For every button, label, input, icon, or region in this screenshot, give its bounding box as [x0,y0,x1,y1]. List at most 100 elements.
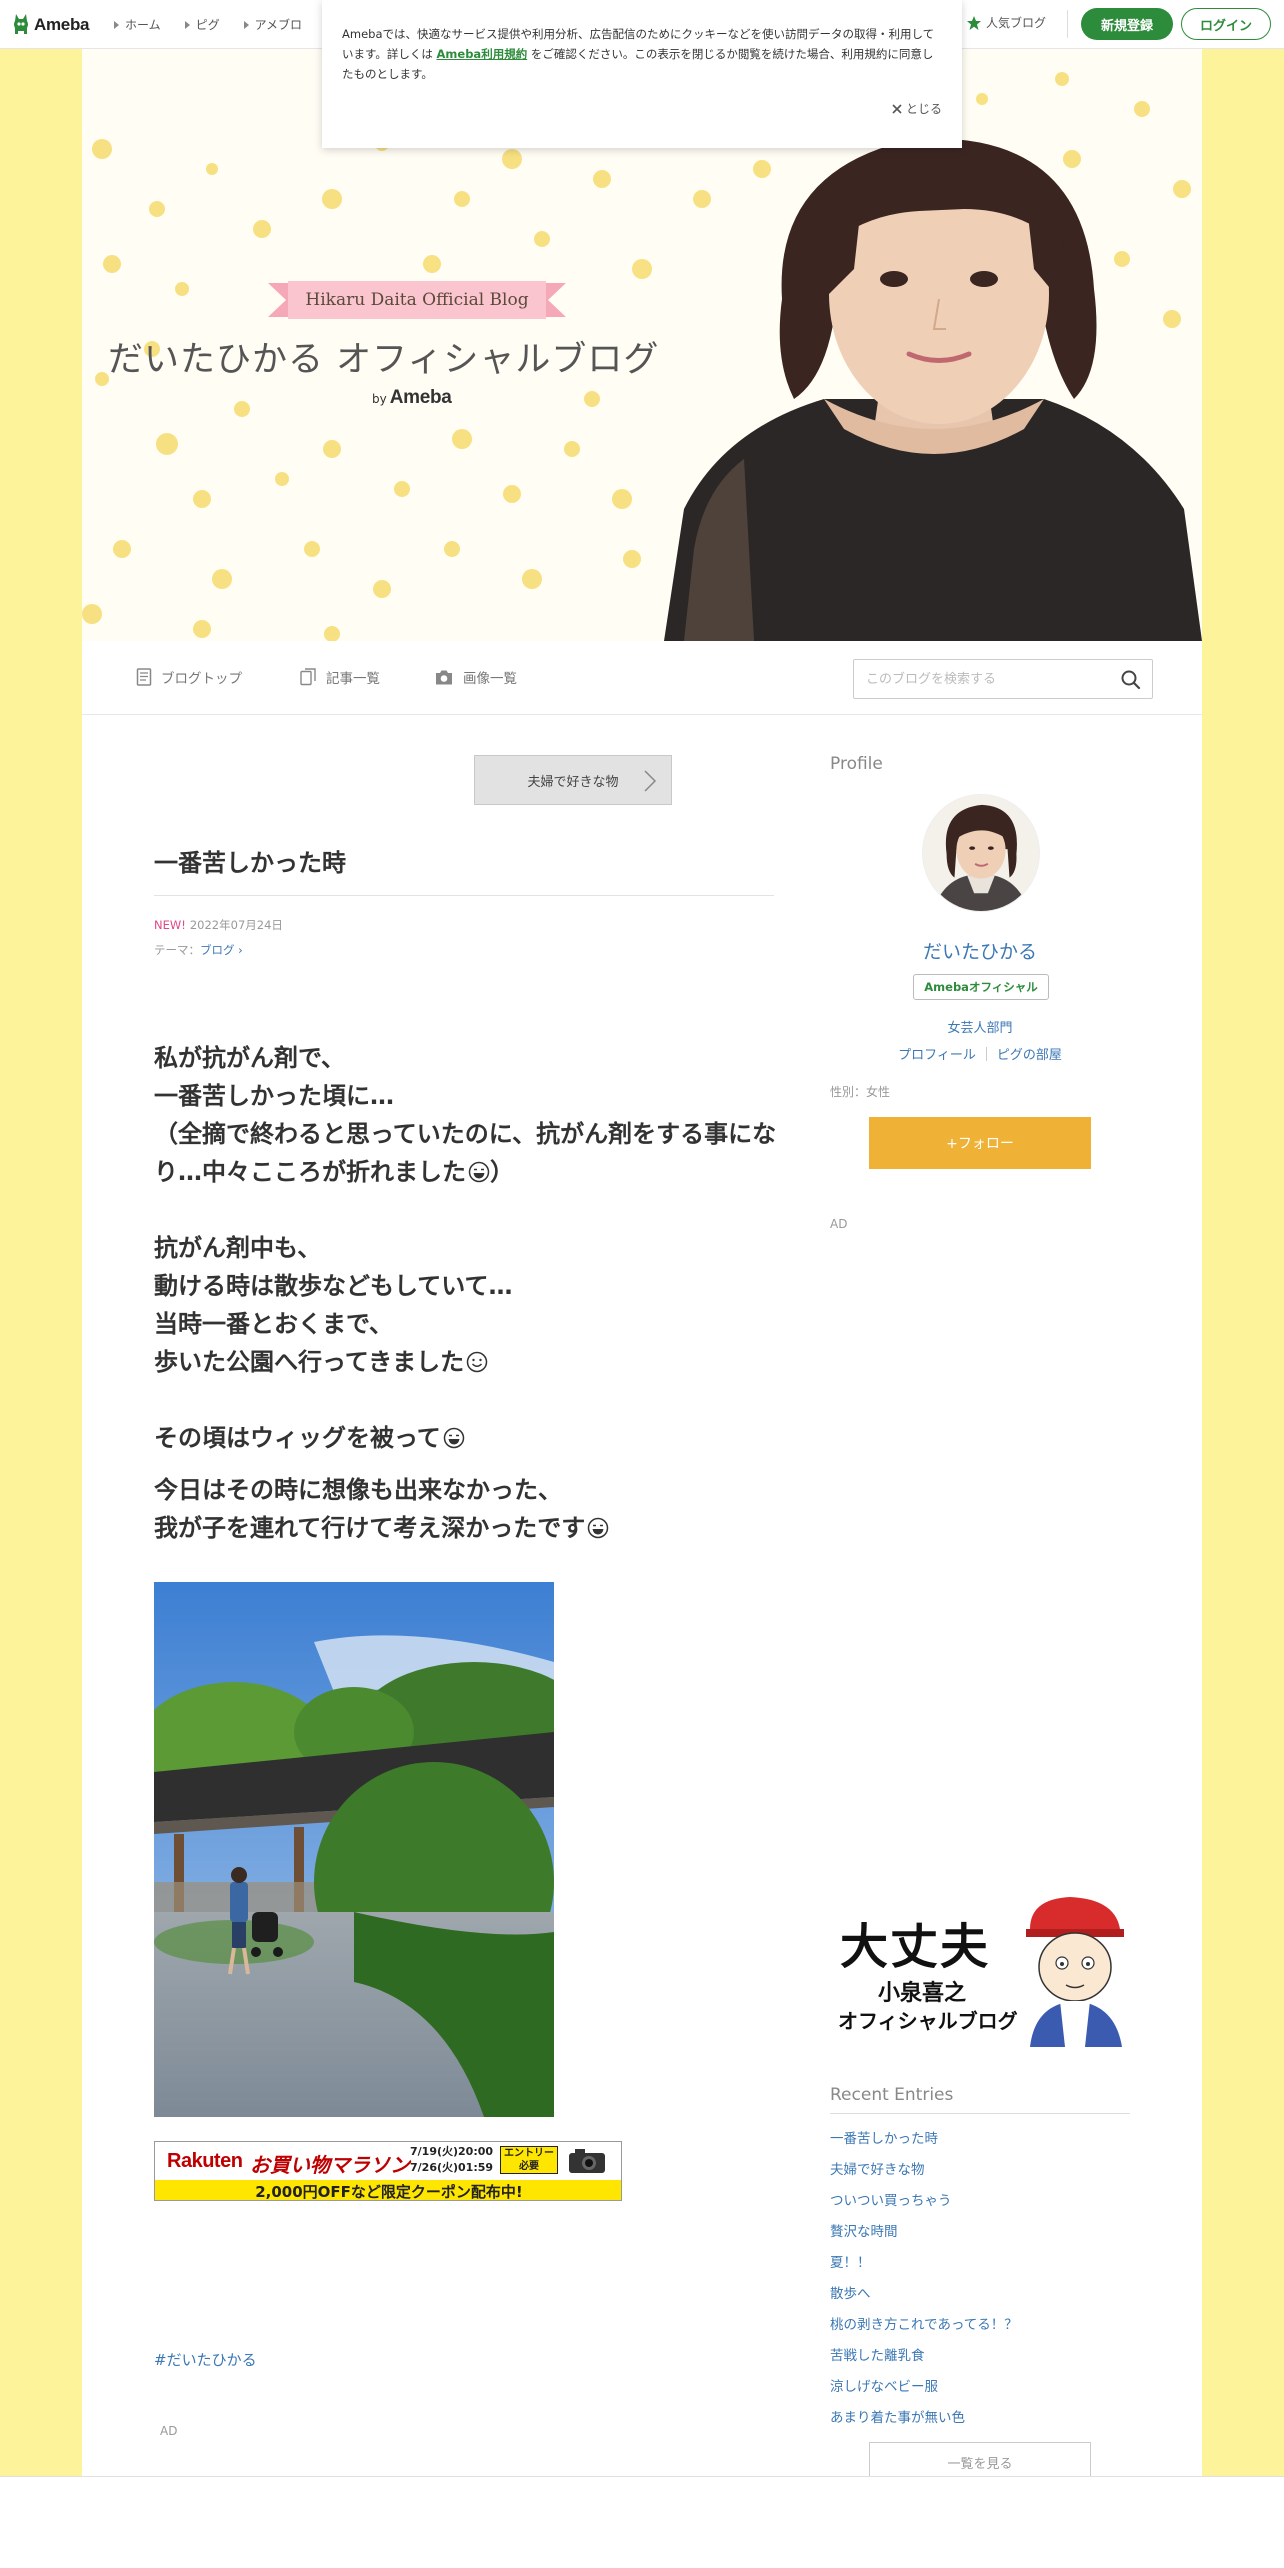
body-line: 我が子を連れて行けて考え深かったです [154,1509,784,1547]
cookie-text: Amebaでは、快適なサービス提供や利用分析、広告配信のためにクッキーなどを使い… [342,24,942,84]
body-line: 私が抗がん剤で、 [154,1044,346,1072]
rakuten-ad-banner[interactable]: Rakuten お買い物マラソン 7/19(火)20:00 7/26(火)01:5… [154,2141,622,2201]
triangle-right-icon [184,20,190,29]
park-photo[interactable] [154,1582,554,2117]
prev-entry-button[interactable]: 夫婦で好きな物 [474,755,672,805]
rakuten-campaign: お買い物マラソン [250,2153,410,2177]
profile-avatar[interactable] [922,794,1040,912]
link-separator [985,1046,987,1061]
recent-entry-link[interactable]: あまり着た事が無い色 [830,2408,1130,2439]
search-icon[interactable] [1120,669,1142,691]
theme-link[interactable]: ブログ › [200,943,243,957]
top-nav-ameblo[interactable]: アメブロ [234,16,312,33]
koizumi-blog-banner[interactable]: 大丈夫 小泉喜之 オフィシャルブログ [830,1889,1130,2047]
grin-emoji-icon [588,1517,609,1539]
ribbon-text: Hikaru Daita Official Blog [305,290,529,310]
cookie-notice: Amebaでは、快適なサービス提供や利用分析、広告配信のためにクッキーなどを使い… [322,0,962,148]
body-line-text: 歩いた公園へ行ってきました [154,1348,465,1376]
pig-room-link[interactable]: ピグの部屋 [997,1044,1062,1063]
recent-entry-link[interactable]: 一番苦しかった時 [830,2129,1130,2160]
recent-entry-link[interactable]: ついつい買っちゃう [830,2191,1130,2222]
article-title[interactable]: 一番苦しかった時 [154,843,346,878]
recent-entry-link[interactable]: 夏！！ [830,2253,1130,2284]
login-button[interactable]: ログイン [1181,8,1271,40]
rakuten-logo: Rakuten [167,2150,243,2172]
by-ameba: by Ameba [372,387,452,409]
cookie-close-button[interactable]: とじる [892,100,942,117]
new-badge: NEW! [154,918,186,932]
top-nav-pig[interactable]: ピグ [175,16,230,33]
theme-prefix: テーマ： [154,943,200,957]
sidebar-ad-label: AD [830,1217,848,1231]
body-line: 動ける時は散歩などもしていて… [154,1272,513,1300]
koizumi-official-blog: オフィシャルブログ [838,2009,1018,2033]
triangle-right-icon [243,20,249,29]
article-theme: テーマ：ブログ › [154,942,243,958]
rakuten-dates: 7/19(火)20:00 7/26(火)01:59 [410,2144,493,2176]
pages-icon [300,668,316,686]
top-nav-label: ホーム [125,18,161,32]
ad-label: AD [160,2424,178,2438]
image-list-link[interactable]: 画像一覧 [434,667,517,687]
profile-link[interactable]: プロフィール [898,1044,976,1063]
daijobu-text: 大丈夫 [840,1919,991,1975]
date-text: 2022年07月24日 [189,918,283,932]
recent-entry-link[interactable]: 夫婦で好きな物 [830,2160,1130,2191]
grin-emoji-icon [443,1427,465,1449]
register-button[interactable]: 新規登録 [1081,8,1173,40]
profile-name[interactable]: だいたひかる [830,937,1130,964]
theme-label: ブログ [200,943,235,957]
profile-category[interactable]: 女芸人部門 [830,1017,1130,1036]
recent-entry-link[interactable]: 散歩へ [830,2284,1130,2315]
terms-link[interactable]: Ameba利用規約 [437,47,528,61]
entry-list-label: 記事一覧 [326,671,380,687]
body-line-text: その頃はウィッグを被って [154,1424,441,1452]
chevron-right-icon [644,770,657,792]
entry-list-link[interactable]: 記事一覧 [300,667,380,687]
top-nav-label: ピグ [195,18,220,32]
rakuten-ad-top: Rakuten お買い物マラソン 7/19(火)20:00 7/26(火)01:5… [155,2142,621,2180]
body-line-text: 我が子を連れて行けて考え深かったです [154,1514,586,1542]
header-divider [1067,10,1068,38]
rakuten-entry-line1: エントリー [504,2148,554,2159]
body-line: 今日はその時に想像も出来なかった、 [154,1476,562,1504]
body-line-text: （全摘で終わると思っていたのに、抗がん剤をする事になり…中々こころが折れました [154,1120,777,1186]
document-icon [136,668,152,686]
blogger-portrait [664,138,1202,641]
title-divider [154,895,774,896]
body-line-end: ） [490,1158,514,1186]
rakuten-date-end: 7/26(火)01:59 [410,2161,494,2174]
article-date: NEW! 2022年07月24日 [154,917,283,933]
top-nav-home[interactable]: ホーム [104,16,171,33]
rakuten-entry-line2: 必要 [519,2161,539,2172]
popular-blogs-link[interactable]: 人気ブログ [966,14,1046,31]
hashtag-link[interactable]: #だいたひかる [154,2349,257,2370]
koizumi-name: 小泉喜之 [878,1981,967,2006]
profile-links: プロフィール ピグの部屋 [830,1044,1130,1063]
ameba-logo[interactable]: Ameba [12,11,89,39]
ameba-logo-icon [14,14,28,34]
blog-top-link[interactable]: ブログトップ [136,667,242,687]
rakuten-coupon-text: 2,000円OFFなど限定クーポン配布中! [155,2180,621,2200]
recent-entry-link[interactable]: 涼しげなベビー服 [830,2377,1130,2408]
blog-nav: ブログトップ 記事一覧 画像一覧 [82,641,1202,715]
ameba-logo-text: Ameba [34,15,90,34]
profile-heading: Profile [830,754,883,774]
recent-entry-link[interactable]: 苦戦した離乳食 [830,2346,1130,2377]
recent-entry-link[interactable]: 贅沢な時間 [830,2222,1130,2253]
popular-blogs-label: 人気ブログ [986,16,1047,30]
top-nav-label: アメブロ [254,18,303,32]
recent-divider [830,2113,1130,2114]
body-line: 一番苦しかった頃に… [154,1082,394,1110]
body-line: 抗がん剤中も、 [154,1234,322,1262]
recent-entry-link[interactable]: 桃の剥き方これであってる！？ [830,2315,1130,2346]
body-line: その頃はウィッグを被って [154,1419,784,1457]
follow-button[interactable]: +フォロー [869,1117,1091,1169]
blog-top-label: ブログトップ [161,671,242,687]
blog-search-input[interactable] [854,660,1104,698]
profile-gender: 性別：女性 [830,1085,891,1099]
recent-entries-list: 一番苦しかった時 夫婦で好きな物 ついつい買っちゃう 贅沢な時間 夏！！ 散歩へ… [830,2129,1130,2439]
by-label: by [372,392,387,406]
